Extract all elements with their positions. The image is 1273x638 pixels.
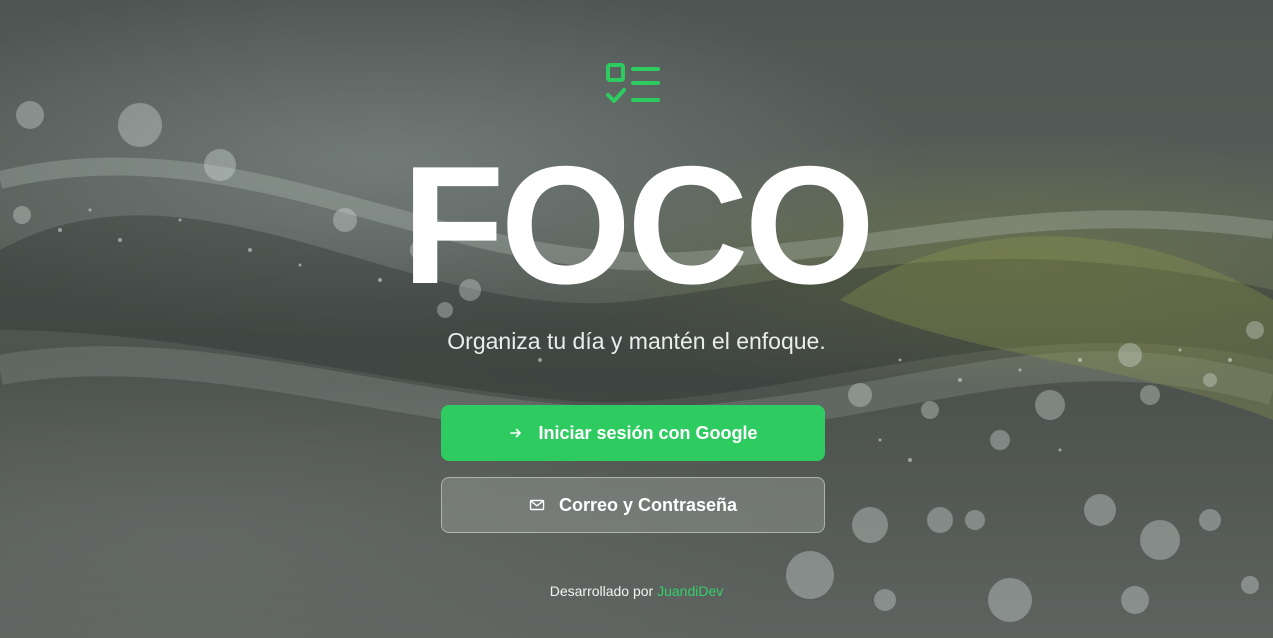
google-signin-button[interactable]: Iniciar sesión con Google bbox=[441, 405, 825, 461]
email-password-button[interactable]: Correo y Contraseña bbox=[441, 477, 825, 533]
footer-credit: Desarrollado por JuandiDev bbox=[0, 583, 1273, 599]
footer-prefix: Desarrollado por bbox=[549, 583, 654, 599]
google-signin-label: Iniciar sesión con Google bbox=[538, 422, 758, 443]
login-screen: FOCO Organiza tu día y mantén el enfoque… bbox=[0, 0, 1273, 638]
app-title: FOCO bbox=[401, 131, 875, 319]
app-tagline: Organiza tu día y mantén el enfoque. bbox=[447, 328, 826, 354]
footer-author-link[interactable]: JuandiDev bbox=[657, 583, 723, 599]
mail-icon bbox=[529, 497, 545, 513]
arrow-right-icon bbox=[508, 425, 524, 441]
email-password-label: Correo y Contraseña bbox=[558, 494, 738, 515]
checklist-icon bbox=[605, 62, 661, 108]
